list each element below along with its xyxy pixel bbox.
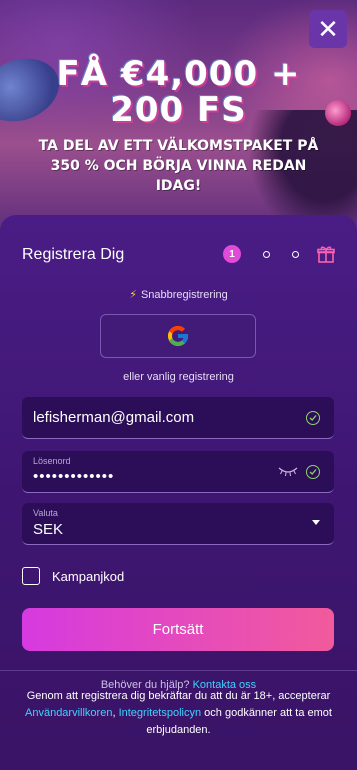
quick-register-label: ⚡ Snabbregistrering bbox=[0, 288, 357, 301]
promo-banner: FÅ €4,000 + 200 FS TA DEL AV ETT VÄLKOMS… bbox=[0, 0, 357, 240]
close-icon: ✕ bbox=[317, 14, 339, 44]
google-icon bbox=[168, 326, 188, 346]
registration-panel: Registrera Dig 1 ⚡ Snabbregistrering elle… bbox=[0, 215, 357, 770]
form-title: Registrera Dig bbox=[22, 246, 125, 263]
terms-separator: , bbox=[112, 707, 116, 719]
currency-value: SEK bbox=[33, 521, 64, 538]
promo-title: FÅ €4,000 + 200 FS bbox=[0, 56, 357, 128]
step-3-dot bbox=[292, 250, 299, 258]
currency-select[interactable]: Valuta SEK bbox=[22, 503, 334, 545]
gift-icon bbox=[317, 246, 335, 263]
email-field[interactable]: lefisherman@gmail.com bbox=[22, 397, 334, 439]
eye-closed-icon[interactable] bbox=[278, 465, 298, 477]
currency-label: Valuta bbox=[33, 508, 58, 518]
password-label: Lösenord bbox=[33, 456, 71, 466]
terms-link[interactable]: Användarvillkoren bbox=[25, 707, 112, 719]
check-icon bbox=[306, 410, 320, 425]
password-field[interactable]: Lösenord ••••••••••••• bbox=[22, 451, 334, 493]
promo-title-line1: FÅ €4,000 + bbox=[56, 54, 301, 94]
privacy-link[interactable]: Integritetspolicyn bbox=[119, 707, 202, 719]
password-value: ••••••••••••• bbox=[33, 468, 115, 485]
step-indicator: 1 bbox=[223, 245, 335, 263]
promo-code-label: Kampanjkod bbox=[52, 568, 125, 584]
terms-text: Genom att registrera dig bekräftar du at… bbox=[10, 688, 347, 739]
continue-button[interactable]: Fortsätt bbox=[22, 608, 334, 651]
email-value: lefisherman@gmail.com bbox=[33, 409, 195, 426]
bolt-icon: ⚡ bbox=[129, 289, 137, 301]
step-1-active: 1 bbox=[223, 245, 241, 263]
chevron-down-icon bbox=[312, 520, 320, 525]
quick-register-text: Snabbregistrering bbox=[140, 289, 228, 301]
promo-title-line2: 200 FS bbox=[110, 90, 247, 130]
step-2-dot bbox=[263, 250, 270, 258]
google-signup-button[interactable] bbox=[100, 314, 256, 358]
footer: Behöver du hjälp? Kontakta oss Genom att… bbox=[0, 670, 357, 736]
promo-subtitle: TA DEL AV ETT VÄLKOMSTPAKET PÅ 350 % OCH… bbox=[38, 138, 319, 194]
terms-prefix: Genom att registrera dig bekräftar du at… bbox=[26, 690, 331, 702]
promo-code-toggle[interactable]: Kampanjkod bbox=[22, 567, 124, 585]
or-register-label: eller vanlig registrering bbox=[123, 371, 234, 383]
promo-code-checkbox[interactable] bbox=[22, 567, 40, 585]
check-icon bbox=[306, 464, 320, 479]
close-button[interactable]: ✕ bbox=[309, 10, 347, 48]
